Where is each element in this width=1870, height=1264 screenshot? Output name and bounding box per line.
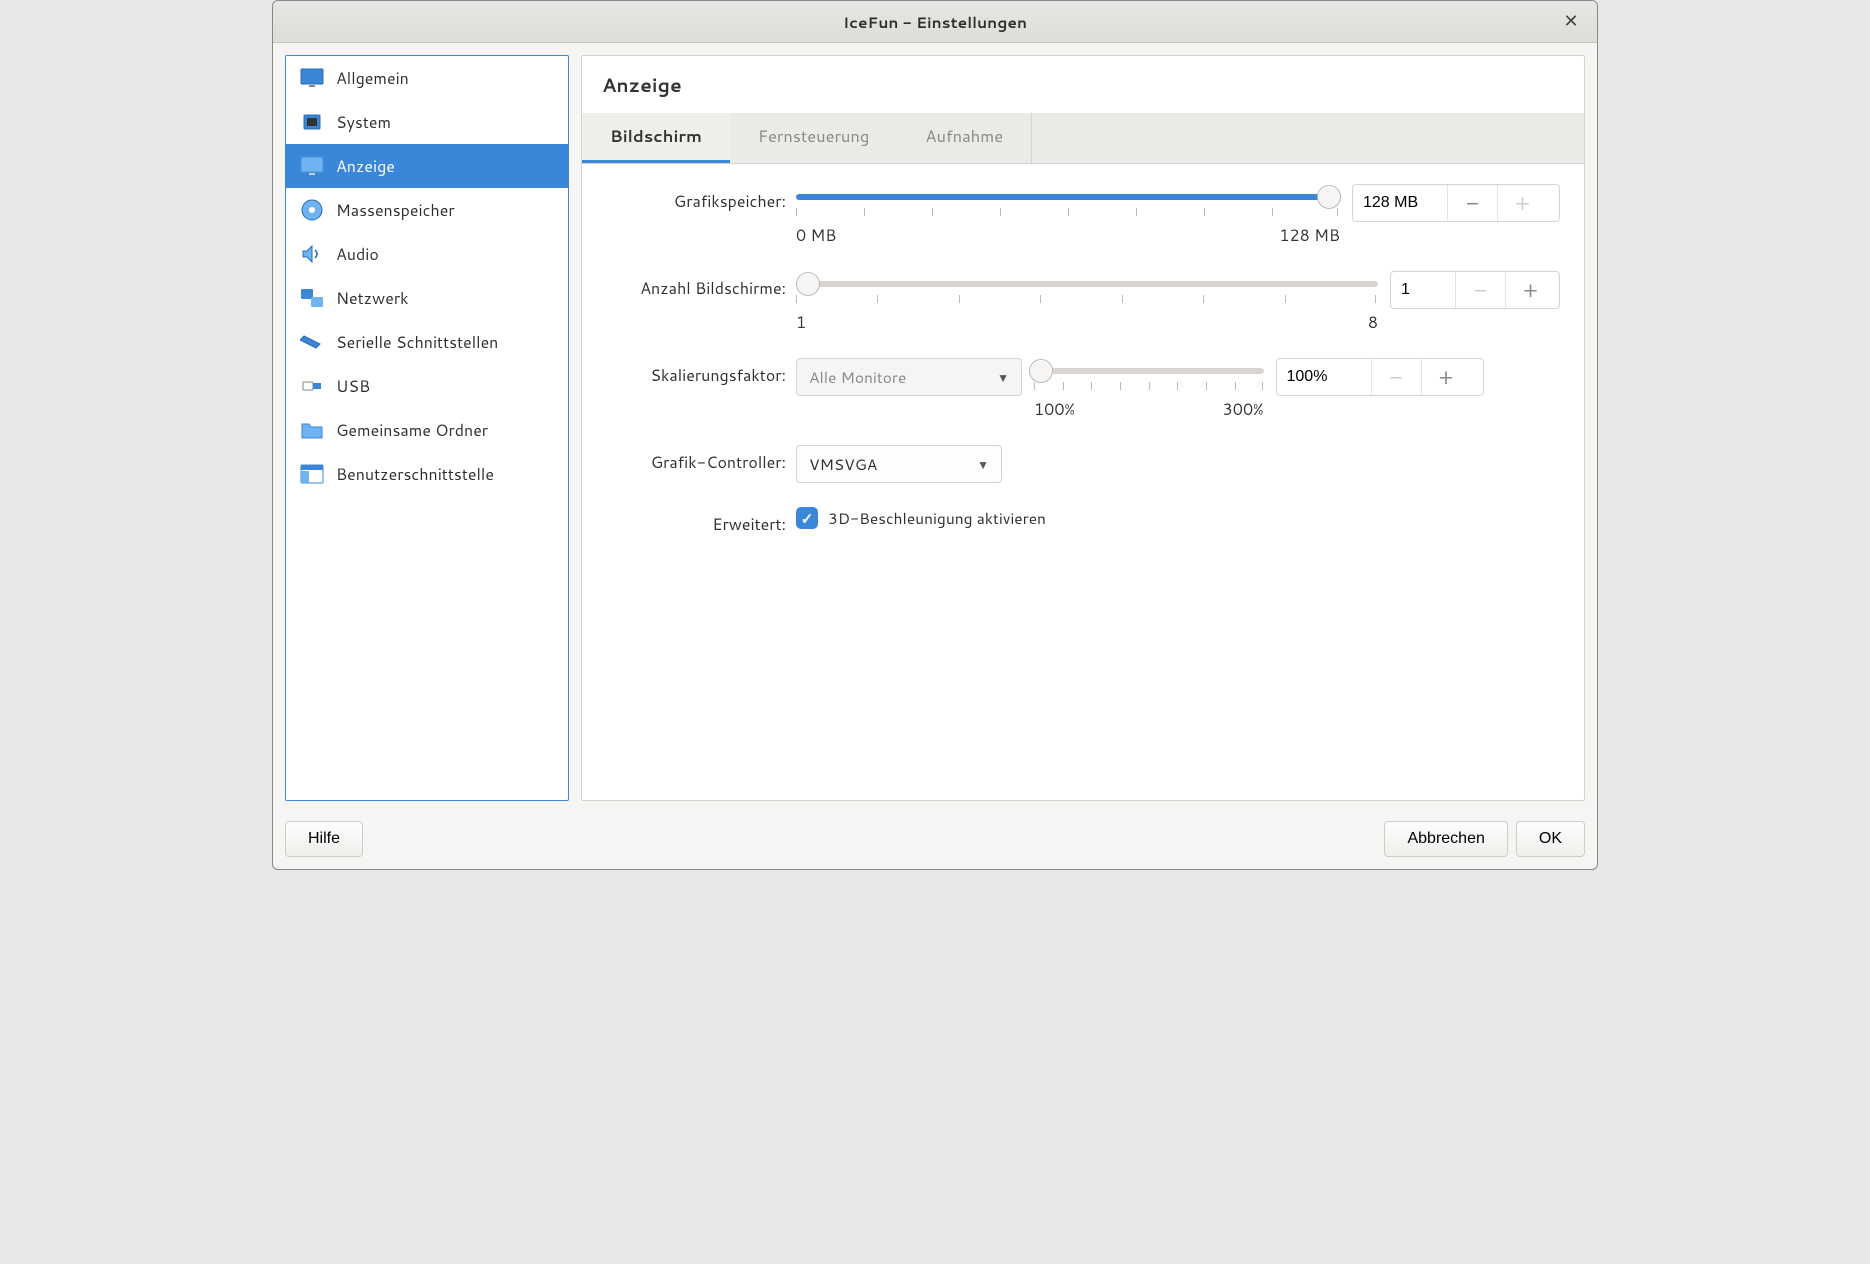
video-memory-min: 0 MB [796, 224, 836, 247]
sidebar-item-ui[interactable]: Benutzerschnittstelle [286, 452, 568, 496]
scale-spinbox: − + [1276, 358, 1484, 396]
monitors-input[interactable] [1391, 272, 1455, 308]
sidebar-item-label: Benutzerschnittstelle [336, 463, 494, 486]
video-memory-increment[interactable]: + [1497, 185, 1547, 221]
sidebar-item-label: Anzeige [336, 155, 395, 178]
sidebar-item-label: Allgemein [336, 67, 409, 90]
sidebar-item-label: Serielle Schnittstellen [336, 331, 498, 354]
monitor-icon [298, 64, 326, 92]
video-memory-slider[interactable] [796, 184, 1340, 210]
help-button[interactable]: Hilfe [285, 821, 363, 857]
settings-window: IceFun - Einstellungen ✕ Allgemein Syste… [272, 0, 1598, 870]
video-memory-max: 128 MB [1279, 224, 1340, 247]
controller-dropdown[interactable]: VMSVGA ▼ [796, 445, 1002, 483]
tab-bar: Bildschirm Fernsteuerung Aufnahme [582, 113, 1584, 164]
monitors-min: 1 [796, 311, 806, 334]
usb-icon [298, 372, 326, 400]
scale-label: Skalierungsfaktor: [606, 358, 796, 387]
scale-monitor-value: Alle Monitore [809, 366, 906, 388]
sidebar-item-label: USB [336, 375, 370, 398]
sidebar-item-label: Netzwerk [336, 287, 408, 310]
sidebar-item-audio[interactable]: Audio [286, 232, 568, 276]
scale-input[interactable] [1277, 359, 1371, 395]
serial-icon [298, 328, 326, 356]
sidebar-item-general[interactable]: Allgemein [286, 56, 568, 100]
layout-icon [298, 460, 326, 488]
sidebar-item-label: System [336, 111, 391, 134]
main-panel: Anzeige Bildschirm Fernsteuerung Aufnahm… [581, 55, 1585, 801]
cancel-button[interactable]: Abbrechen [1384, 821, 1507, 857]
controller-label: Grafik-Controller: [606, 445, 796, 474]
monitors-increment[interactable]: + [1505, 272, 1555, 308]
monitors-spinbox: − + [1390, 271, 1560, 309]
category-sidebar: Allgemein System Anzeige Massenspeicher [285, 55, 569, 801]
video-memory-decrement[interactable]: − [1447, 185, 1497, 221]
sidebar-item-network[interactable]: Netzwerk [286, 276, 568, 320]
video-memory-label: Grafikspeicher: [606, 184, 796, 213]
3d-acceleration-checkbox[interactable]: ✓ [796, 507, 818, 529]
monitors-decrement[interactable]: − [1455, 272, 1505, 308]
tab-screen[interactable]: Bildschirm [582, 113, 730, 163]
titlebar: IceFun - Einstellungen ✕ [273, 1, 1597, 43]
disk-icon [298, 196, 326, 224]
sidebar-item-label: Gemeinsame Ordner [336, 419, 488, 442]
sidebar-item-system[interactable]: System [286, 100, 568, 144]
scale-decrement[interactable]: − [1371, 359, 1421, 395]
page-title: Anzeige [582, 56, 1584, 113]
chevron-down-icon: ▼ [997, 369, 1009, 386]
sidebar-item-storage[interactable]: Massenspeicher [286, 188, 568, 232]
folder-icon [298, 416, 326, 444]
scale-monitor-dropdown[interactable]: Alle Monitore ▼ [796, 358, 1022, 396]
scale-slider[interactable] [1034, 358, 1264, 384]
sidebar-item-display[interactable]: Anzeige [286, 144, 568, 188]
monitors-label: Anzahl Bildschirme: [606, 271, 796, 300]
close-button[interactable]: ✕ [1559, 9, 1583, 33]
controller-value: VMSVGA [809, 453, 877, 475]
display-icon [298, 152, 326, 180]
speaker-icon [298, 240, 326, 268]
monitors-max: 8 [1368, 311, 1378, 334]
tab-recording[interactable]: Aufnahme [897, 113, 1032, 163]
dialog-footer: Hilfe Abbrechen OK [273, 813, 1597, 869]
scale-increment[interactable]: + [1421, 359, 1471, 395]
sidebar-item-serial[interactable]: Serielle Schnittstellen [286, 320, 568, 364]
chevron-down-icon: ▼ [977, 456, 989, 473]
tab-remote[interactable]: Fernsteuerung [730, 113, 897, 163]
sidebar-item-shared[interactable]: Gemeinsame Ordner [286, 408, 568, 452]
window-title: IceFun - Einstellungen [843, 11, 1027, 33]
3d-acceleration-label: 3D-Beschleunigung aktivieren [828, 507, 1046, 529]
sidebar-item-label: Audio [336, 243, 379, 266]
ok-button[interactable]: OK [1516, 821, 1585, 857]
scale-max: 300% [1223, 398, 1264, 421]
monitors-slider[interactable] [796, 271, 1378, 297]
scale-min: 100% [1034, 398, 1075, 421]
sidebar-item-label: Massenspeicher [336, 199, 455, 222]
video-memory-input[interactable] [1353, 185, 1447, 221]
network-icon [298, 284, 326, 312]
chip-icon [298, 108, 326, 136]
extended-label: Erweitert: [606, 507, 796, 536]
video-memory-spinbox: − + [1352, 184, 1560, 222]
sidebar-item-usb[interactable]: USB [286, 364, 568, 408]
